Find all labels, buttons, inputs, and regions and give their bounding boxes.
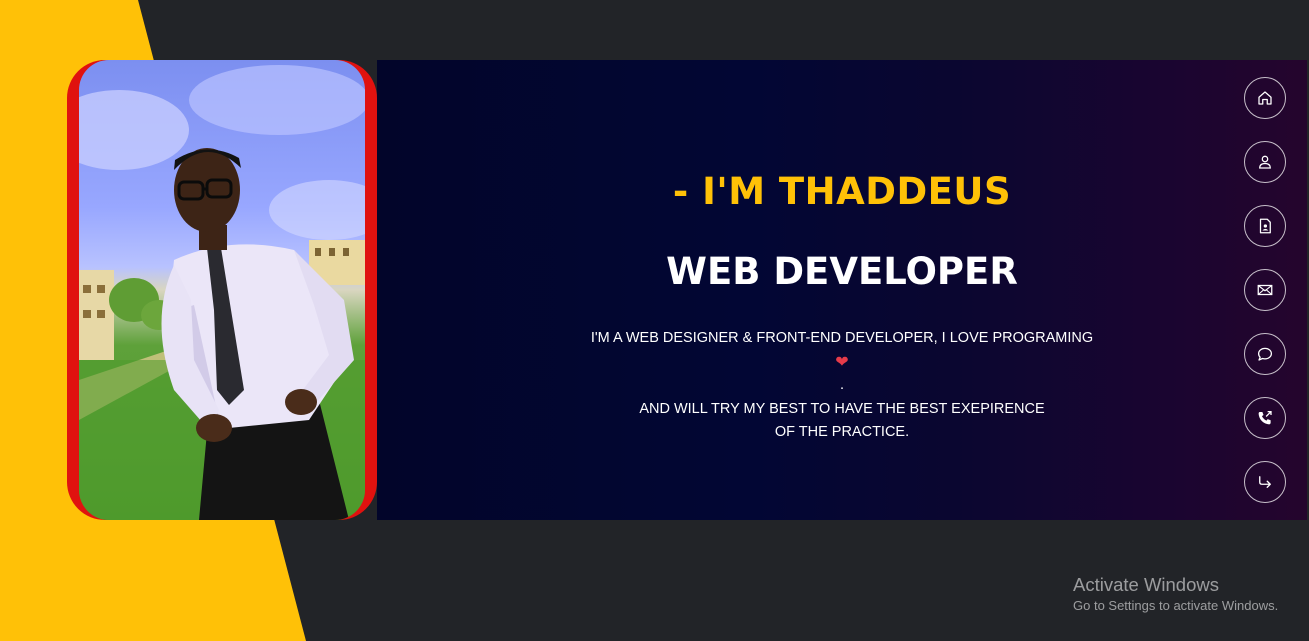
bio-line-2: AND WILL TRY MY BEST TO HAVE THE BEST EX… — [639, 400, 1045, 417]
nav-home-button[interactable] — [1244, 77, 1286, 119]
nav-chat-button[interactable] — [1244, 333, 1286, 375]
intro-heading: - I'M THADDEUS — [672, 170, 1012, 213]
nav-logout-button[interactable] — [1244, 461, 1286, 503]
profile-photo-frame — [67, 60, 377, 520]
chat-icon — [1257, 347, 1273, 361]
portrait-photo-illustration — [79, 65, 365, 520]
role-heading: WEB DEVELOPER — [666, 250, 1018, 293]
nav-contact-button[interactable] — [1244, 269, 1286, 311]
bio-line-1-text: I'M A WEB DESIGNER & FRONT-END DEVELOPER… — [590, 330, 1094, 346]
bio-line-1-end: . — [839, 377, 845, 393]
windows-activation-watermark: Activate Windows Go to Settings to activ… — [1073, 574, 1309, 616]
home-icon — [1258, 91, 1272, 105]
bio-line-1: I'M A WEB DESIGNER & FRONT-END DEVELOPER… — [517, 327, 1167, 398]
phone-outgoing-icon — [1258, 410, 1272, 425]
person-icon — [1259, 155, 1271, 169]
nav-resume-button[interactable] — [1244, 205, 1286, 247]
nav-phone-button[interactable] — [1244, 397, 1286, 439]
profile-photo — [79, 60, 365, 520]
logout-arrow-icon — [1259, 476, 1271, 488]
nav-about-button[interactable] — [1244, 141, 1286, 183]
heart-icon: ❤ — [835, 353, 849, 371]
bio-text: I'M A WEB DESIGNER & FRONT-END DEVELOPER… — [517, 327, 1167, 445]
envelope-icon — [1257, 284, 1273, 296]
resume-icon — [1259, 218, 1271, 234]
activate-windows-title: Activate Windows — [1073, 574, 1219, 595]
bio-line-3: OF THE PRACTICE. — [774, 424, 910, 440]
activate-windows-subtitle: Go to Settings to activate Windows. — [1073, 598, 1279, 613]
hero-panel: - I'M THADDEUS WEB DEVELOPER I'M A WEB D… — [377, 60, 1307, 520]
page: - I'M THADDEUS WEB DEVELOPER I'M A WEB D… — [0, 0, 1309, 641]
